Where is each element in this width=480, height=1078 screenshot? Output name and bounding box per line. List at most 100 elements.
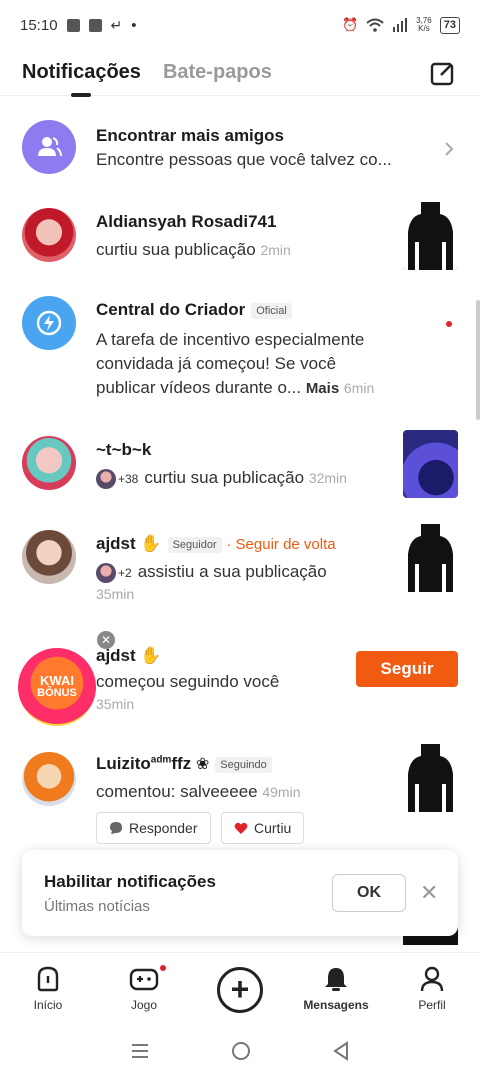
post-thumbnail[interactable] xyxy=(403,202,458,270)
close-icon[interactable]: ✕ xyxy=(420,880,438,906)
list-item-notification[interactable]: ~t~b~k +38 curtiu sua publicação 32min xyxy=(0,428,480,500)
user-name-text[interactable]: ajdst xyxy=(96,534,136,553)
battery-icon: 73 xyxy=(439,16,460,34)
time-label: 2min xyxy=(260,242,291,258)
nav-messages[interactable]: Mensagens xyxy=(296,965,376,1012)
tab-chats[interactable]: Bate-papos xyxy=(163,61,272,84)
list-item-find-friends[interactable]: Encontrar mais amigos Encontre pessoas q… xyxy=(0,118,480,180)
ok-button[interactable]: OK xyxy=(332,874,406,912)
liked-label: Curtiu xyxy=(254,820,292,836)
notification-text: comentou: salveeeee 49min xyxy=(96,782,300,802)
mini-avatar xyxy=(96,562,116,583)
action-text: curtiu sua publicação xyxy=(96,240,256,259)
find-friends-avatar xyxy=(22,120,76,174)
user-name-text[interactable]: Luizito xyxy=(96,754,151,773)
toast-title: Habilitar notificações xyxy=(44,872,216,891)
heart-icon xyxy=(234,822,248,834)
hand-emoji-icon: ✋ xyxy=(140,646,162,665)
follow-back-link[interactable]: · Seguir de volta xyxy=(226,536,335,553)
user-avatar[interactable] xyxy=(22,208,76,262)
status-bar: 15:10 ↵ • ⏰ 3,76 K/s 73 xyxy=(0,0,480,50)
top-tab-bar: Notificações Bate-papos xyxy=(0,50,480,96)
back-icon[interactable] xyxy=(332,1041,350,1061)
kwai-bonus-badge[interactable]: KWAI BÔNUS xyxy=(18,648,96,726)
swirl-decoration-icon: ❀ xyxy=(195,756,210,773)
list-item-notification[interactable]: Luizitoadmffz ❀ Seguindo comentou: salvee… xyxy=(0,744,480,844)
compose-button[interactable] xyxy=(428,58,458,88)
recent-apps-icon[interactable] xyxy=(130,1042,150,1060)
nav-profile[interactable]: Perfil xyxy=(392,965,472,1012)
home-circle-icon[interactable] xyxy=(231,1041,251,1061)
list-item-creator-center[interactable]: Central do Criador Oficial A tarefa de in… xyxy=(0,290,480,402)
list-item-notification[interactable]: Aldiansyah Rosadi741 curtiu sua publicaç… xyxy=(0,200,480,272)
official-badge: Oficial xyxy=(251,302,292,319)
wifi-icon xyxy=(366,18,384,32)
viewer-count: +2 xyxy=(118,565,132,580)
notification-text: +38 curtiu sua publicação 32min xyxy=(96,468,347,489)
creator-text-line: convidada já começou! Se você xyxy=(96,354,337,373)
post-thumbnail[interactable] xyxy=(403,744,458,812)
kwai-bonus-line1: KWAI xyxy=(40,673,74,688)
user-name[interactable]: Aldiansyah Rosadi741 xyxy=(96,212,276,232)
enable-notifications-toast: Habilitar notificações Últimas notícias … xyxy=(22,850,458,936)
user-avatar[interactable] xyxy=(22,530,76,584)
edit-icon xyxy=(430,58,457,85)
user-name-tail: ffz xyxy=(171,754,192,773)
post-thumbnail[interactable] xyxy=(403,430,458,498)
alarm-icon: ⏰ xyxy=(341,17,359,32)
post-thumbnail[interactable] xyxy=(403,524,458,592)
user-name-text[interactable]: ajdst xyxy=(96,646,136,665)
notification-icon xyxy=(88,18,102,32)
nav-messages-label: Mensagens xyxy=(303,998,369,1012)
reply-button[interactable]: Responder xyxy=(96,812,211,844)
toast-subtitle: Últimas notícias xyxy=(44,898,150,915)
more-link[interactable]: Mais xyxy=(306,380,339,397)
user-avatar[interactable] xyxy=(22,752,76,806)
create-post-button[interactable]: + xyxy=(217,967,263,1013)
user-name[interactable]: ~t~b~k xyxy=(96,440,151,460)
user-avatar[interactable] xyxy=(22,436,76,490)
list-item-notification[interactable]: ajdst ✋ Seguidor · Seguir de volta +2 assi… xyxy=(0,524,480,606)
bell-icon xyxy=(325,968,347,991)
liked-button[interactable]: Curtiu xyxy=(221,812,305,844)
time-label: 49min xyxy=(262,784,301,800)
nav-game[interactable]: Jogo xyxy=(104,965,184,1012)
figure-thumbnail-icon xyxy=(403,524,458,592)
user-name: ajdst ✋ xyxy=(96,646,162,666)
time-label: 6min xyxy=(343,380,375,396)
tab-notifications[interactable]: Notificações xyxy=(22,61,141,84)
signal-icon xyxy=(393,18,408,32)
nav-profile-label: Perfil xyxy=(418,998,446,1012)
find-friends-title: Encontrar mais amigos xyxy=(96,126,285,145)
time-label: 32min xyxy=(308,470,347,486)
notification-icon xyxy=(66,18,80,32)
reply-label: Responder xyxy=(129,820,198,836)
battery-level: 73 xyxy=(443,18,456,31)
home-icon xyxy=(37,966,59,992)
time-label: 35min xyxy=(96,696,135,712)
comment-icon xyxy=(110,822,122,834)
chevron-right-icon xyxy=(445,142,454,156)
network-speed: 3,76 K/s xyxy=(416,17,432,33)
action-text: começou seguindo você xyxy=(96,672,280,691)
name-superscript: adm xyxy=(150,754,172,766)
network-speed-unit: K/s xyxy=(418,24,430,33)
unread-dot xyxy=(446,321,452,327)
action-text: assistiu a sua publicação xyxy=(137,562,327,581)
find-friends-subtitle: Encontre pessoas que você talvez co... xyxy=(96,150,392,169)
figure-thumbnail-icon xyxy=(403,744,458,812)
action-text: curtiu sua publicação xyxy=(144,468,305,487)
following-badge: Seguindo xyxy=(215,756,272,773)
close-icon[interactable]: ✕ xyxy=(97,631,115,649)
hand-emoji-icon: ✋ xyxy=(140,534,162,553)
liker-count: +38 xyxy=(118,471,139,486)
comment-text: comentou: salveeeee xyxy=(96,782,258,801)
time-label: 35min xyxy=(96,586,135,602)
creator-name: Central do Criador Oficial xyxy=(96,300,292,320)
nav-home[interactable]: Início xyxy=(8,965,88,1012)
notification-text: +2 assistiu a sua publicação xyxy=(96,562,327,583)
creator-name-text: Central do Criador xyxy=(96,300,246,319)
follower-badge: Seguidor xyxy=(167,536,222,553)
follow-button[interactable]: Seguir xyxy=(356,651,458,687)
liker-avatars: +38 xyxy=(96,468,139,489)
